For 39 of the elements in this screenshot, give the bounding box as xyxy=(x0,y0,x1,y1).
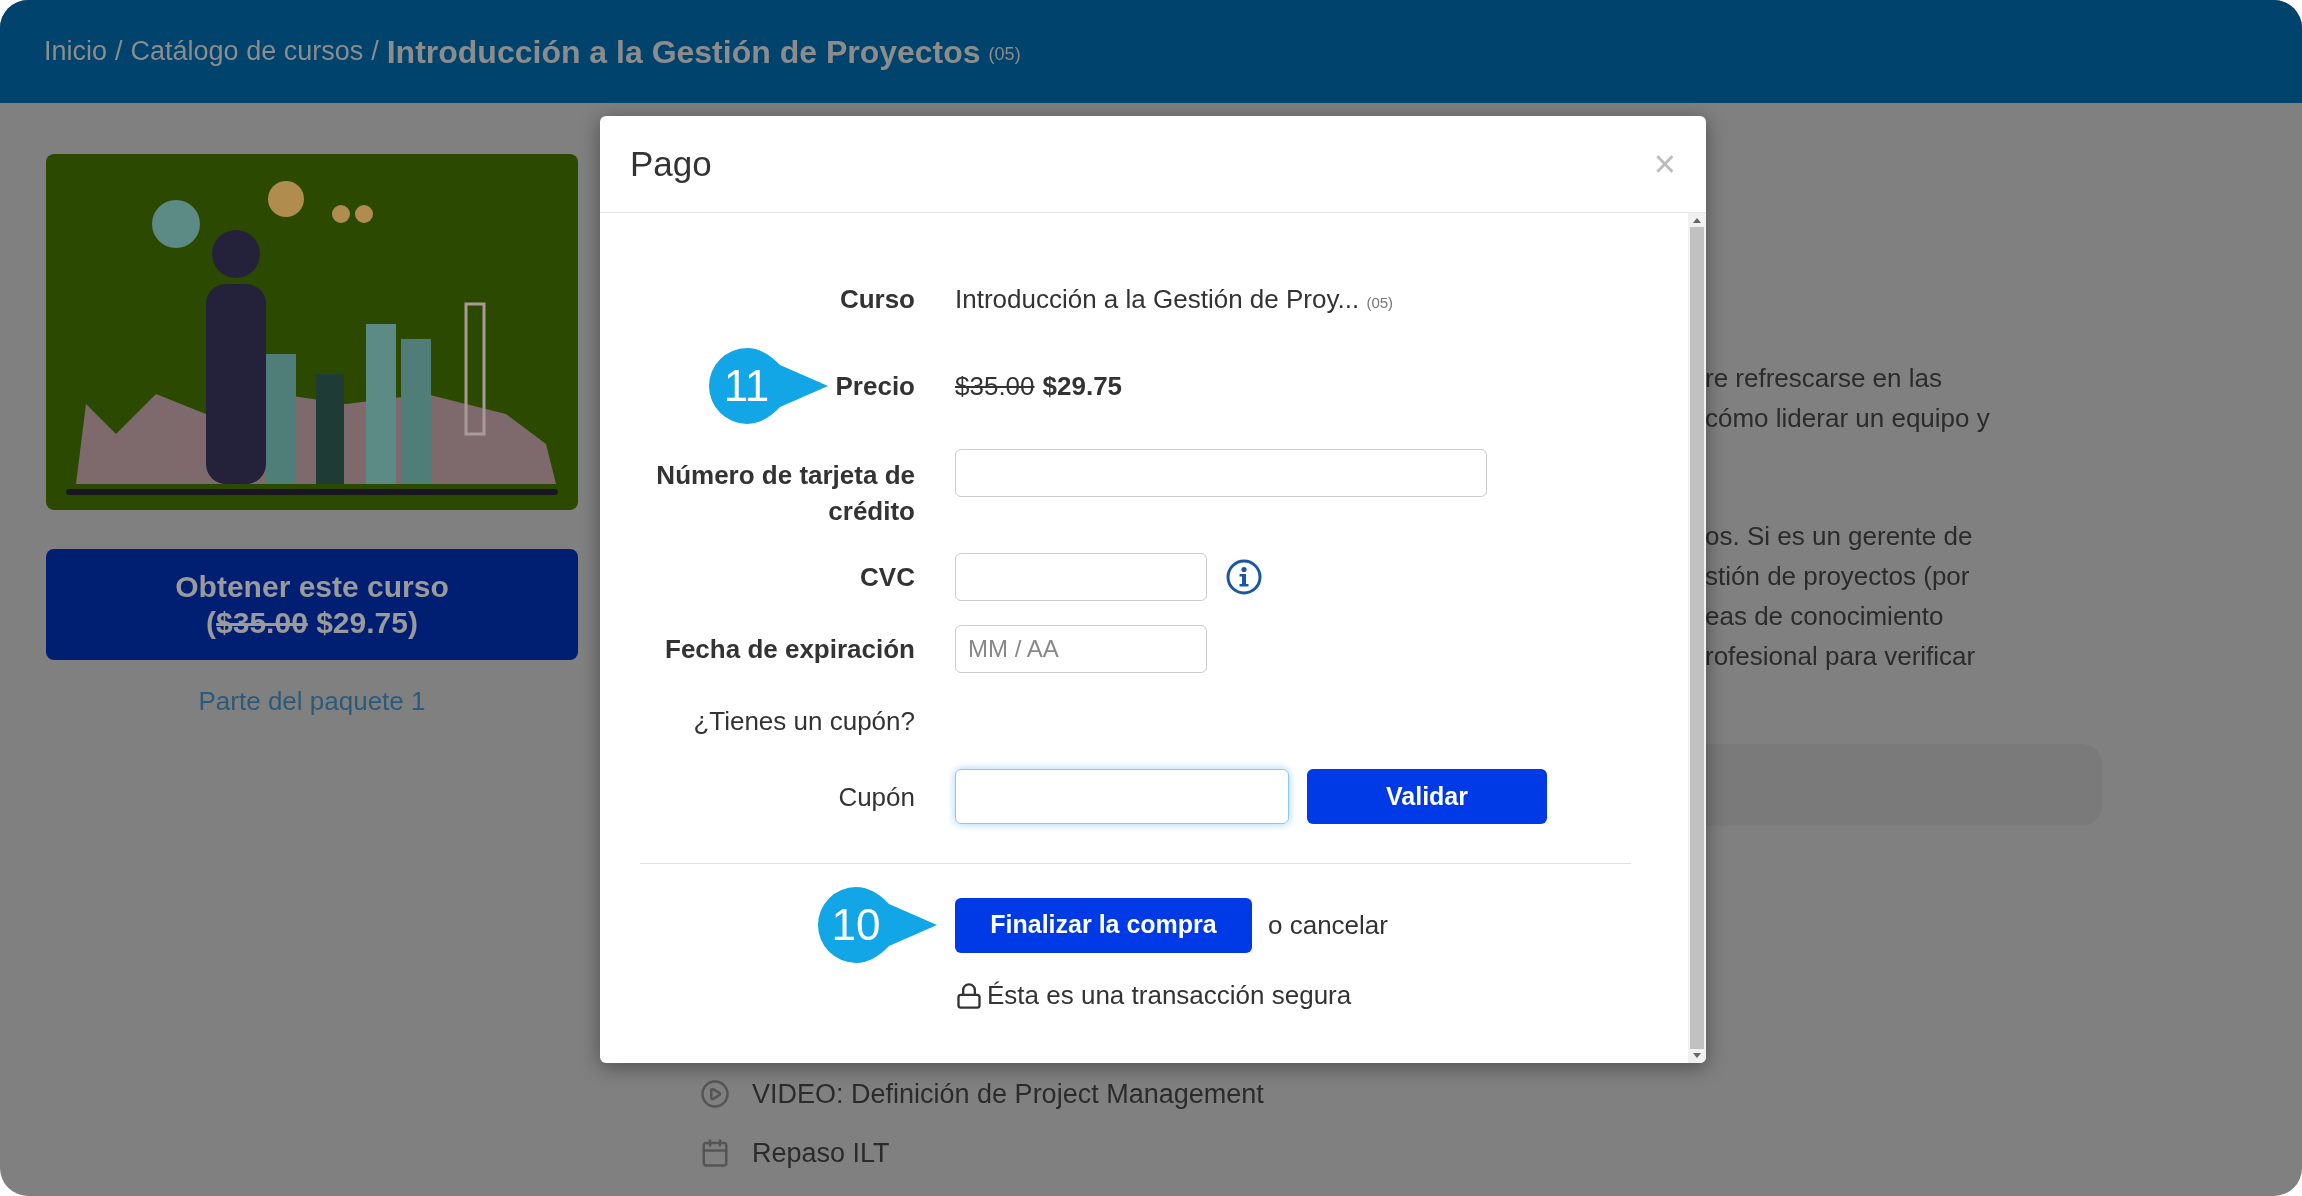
course-code: (05) xyxy=(988,43,1021,66)
page-title: Introducción a la Gestión de Proyectos xyxy=(386,32,981,72)
checkout-button[interactable]: Finalizar la compra xyxy=(955,897,1252,953)
field-label: Cupón xyxy=(838,780,915,814)
breadcrumb-separator: / xyxy=(115,35,123,69)
original-price: $35.00 xyxy=(955,369,1035,403)
dialog-title: Pago xyxy=(630,142,712,185)
input-field[interactable]: MM / AA xyxy=(955,625,1207,673)
calendar-icon xyxy=(700,1137,730,1168)
close-button[interactable]: × xyxy=(1653,145,1676,183)
secure-note: Ésta es una transacción segura xyxy=(987,979,1352,1012)
description-text: os. Si es un gerente de stión de proyectos (por eas de conocimiento rofesional para verificar xyxy=(1705,520,1977,673)
field-label: CVC xyxy=(860,561,915,594)
play-icon xyxy=(700,1079,730,1110)
field-label: Curso xyxy=(839,283,915,316)
validate-button[interactable]: Validar xyxy=(1307,769,1547,824)
field-label: ¿Tienes un cupón? xyxy=(693,705,915,738)
lock-icon xyxy=(955,981,983,1010)
info-icon[interactable] xyxy=(1225,558,1263,596)
input-field[interactable] xyxy=(955,449,1487,497)
bundle-link[interactable]: Parte del paquete 1 xyxy=(46,682,578,721)
field-label: Número de tarjeta de crédito xyxy=(655,459,915,528)
breadcrumb-link[interactable]: Inicio xyxy=(44,31,108,72)
outline-item[interactable]: VIDEO: Definición de Project Management xyxy=(752,1074,1264,1115)
input-field[interactable] xyxy=(955,553,1207,601)
buy-course-button[interactable]: Obtener este curso ($35.00 $29.75) xyxy=(46,549,578,660)
description-text: re refrescarse en las cómo liderar un equipo y xyxy=(1705,362,1991,435)
course-name: Introducción a la Gestión de Proy... (05) xyxy=(955,282,1394,316)
field-label: Precio xyxy=(835,370,915,403)
scroll-thumb[interactable] xyxy=(1690,227,1704,1049)
discounted-price: $29.75 xyxy=(1042,369,1123,403)
cancel-link[interactable]: o cancelar xyxy=(1268,905,1388,945)
outline-item[interactable]: Repaso ILT xyxy=(752,1132,890,1173)
callout-badge: 11 xyxy=(707,347,830,425)
callout-badge: 10 xyxy=(817,886,939,964)
field-label: Fecha de expiración xyxy=(665,633,915,666)
breadcrumb-separator: / xyxy=(371,35,379,69)
coupon-field[interactable] xyxy=(955,769,1289,824)
breadcrumb-link[interactable]: Catálogo de cursos xyxy=(130,31,364,72)
